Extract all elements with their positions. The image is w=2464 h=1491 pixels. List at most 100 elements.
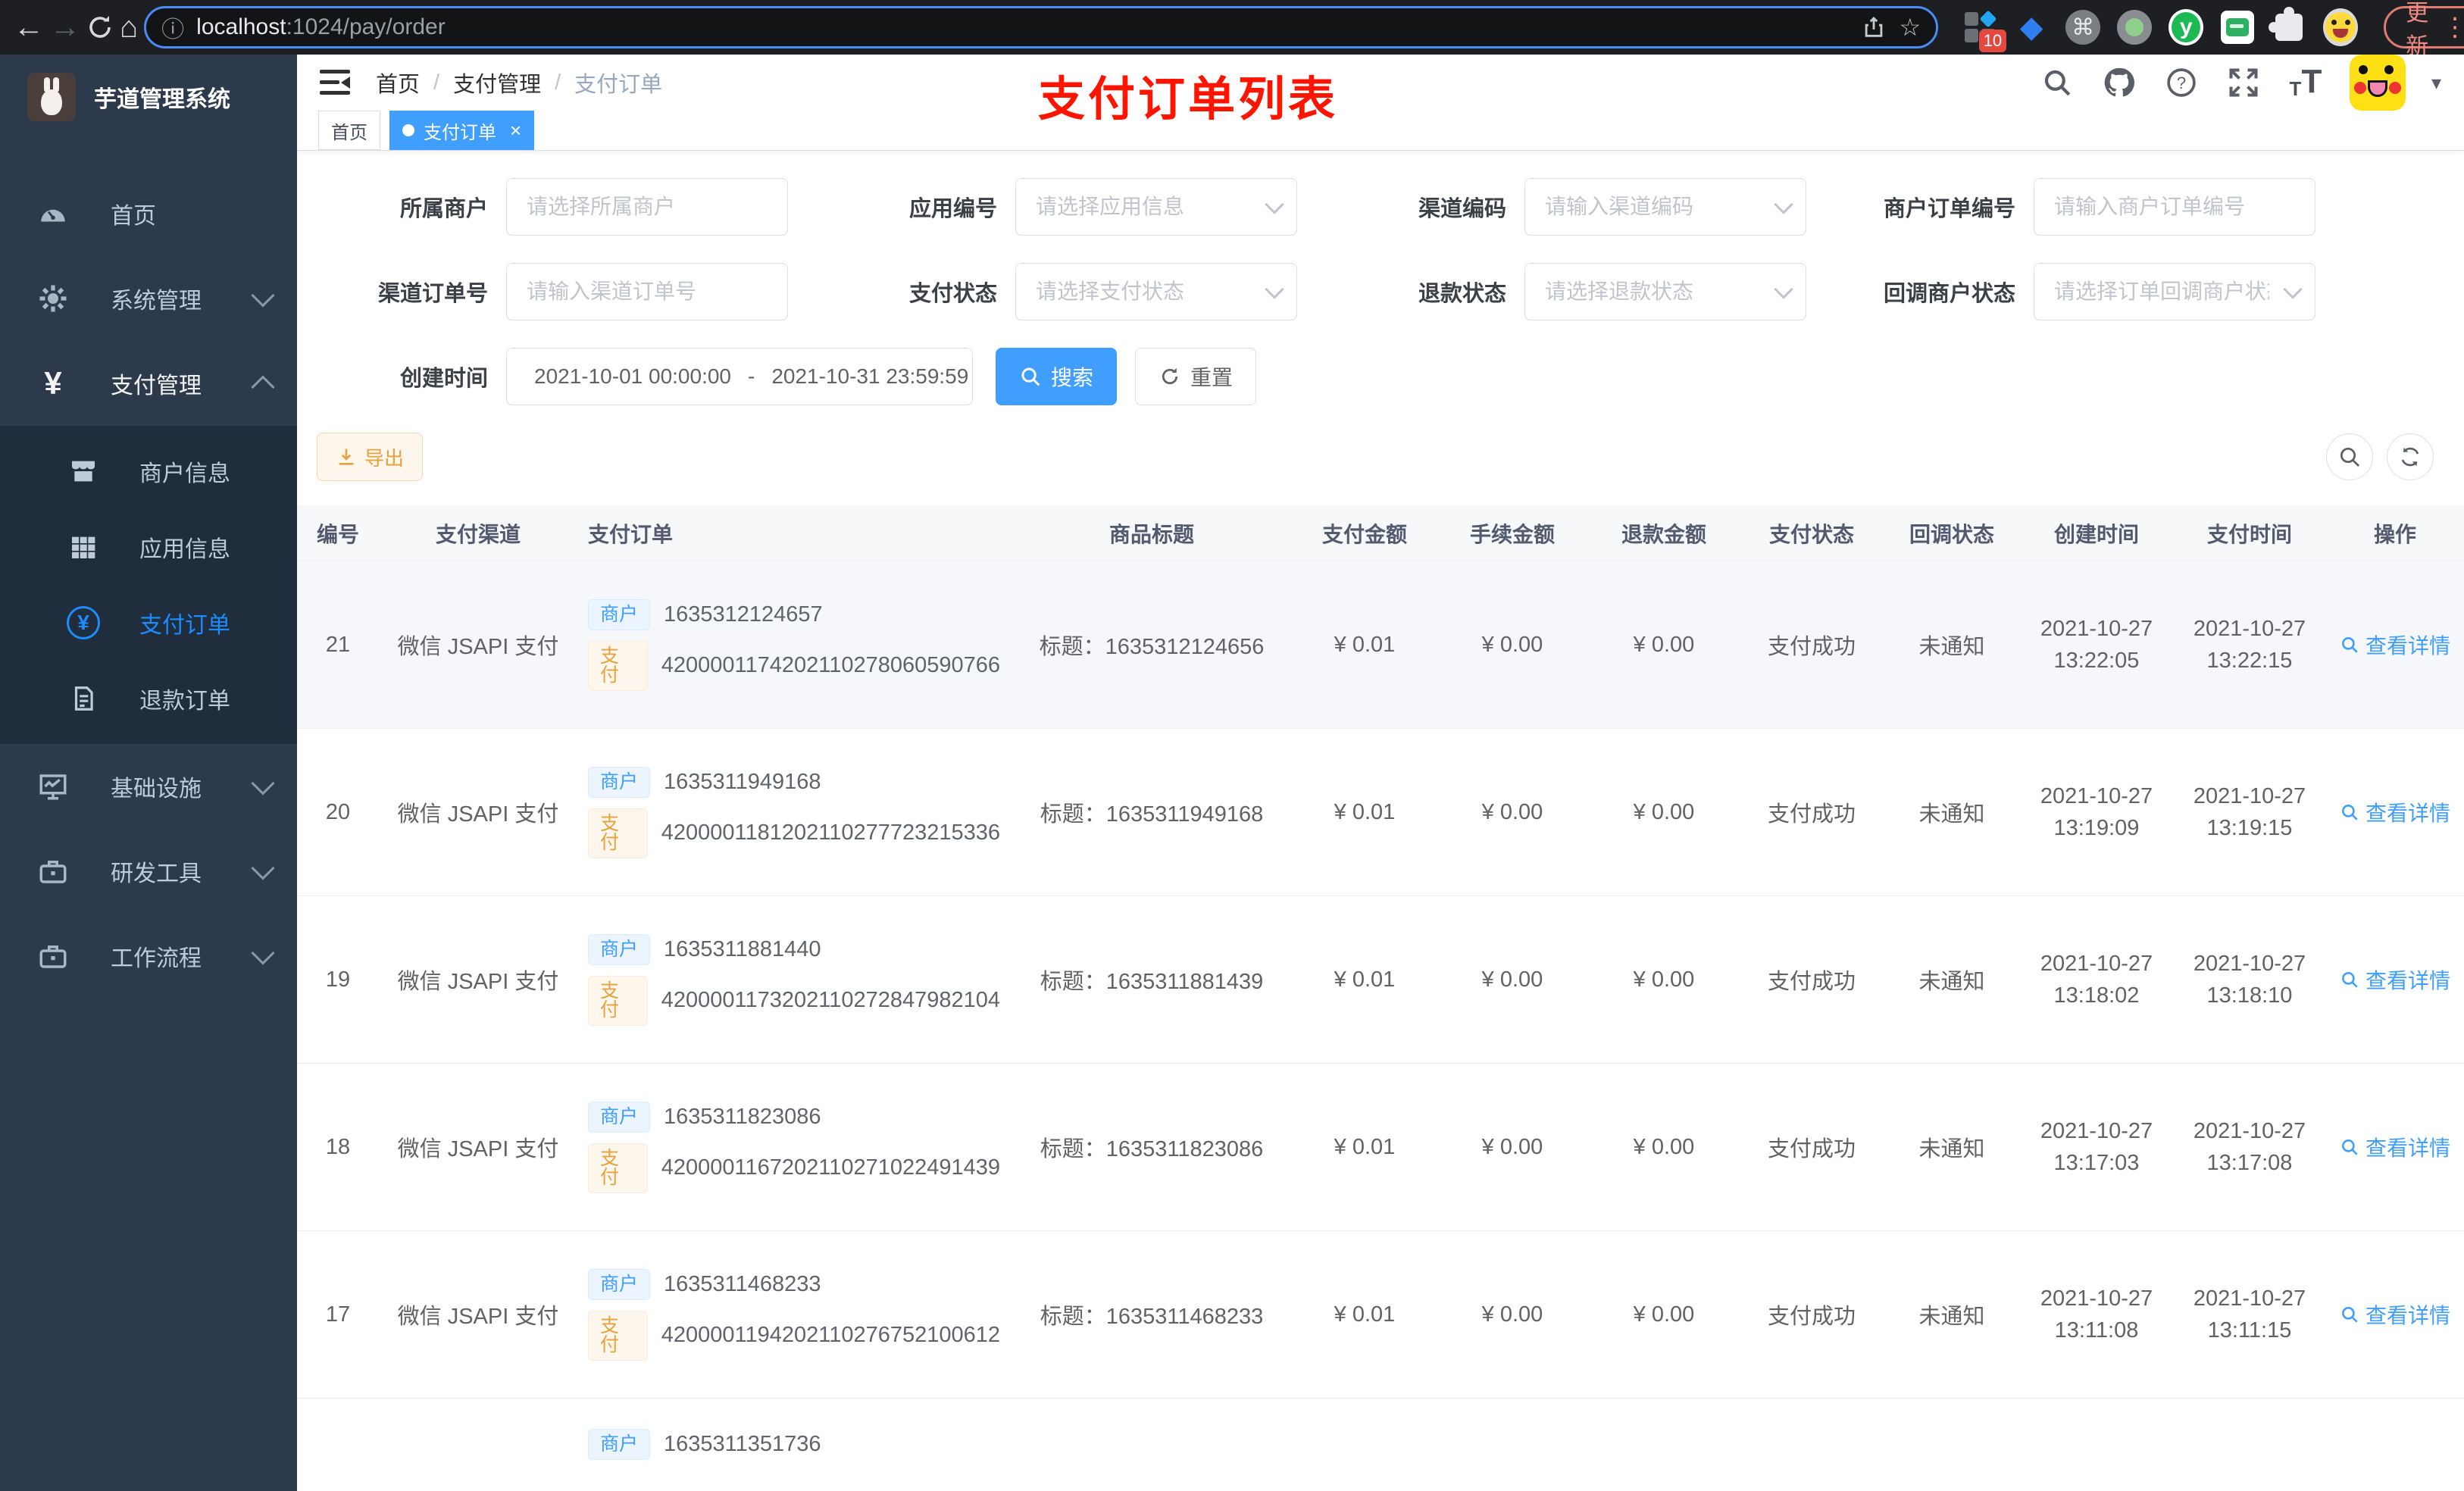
briefcase-icon	[35, 940, 71, 972]
page-content: 所属商户 应用编号 渠道编码 商户订单编号	[297, 151, 2464, 1491]
sidebar-item-infra[interactable]: 基础设施	[0, 744, 297, 829]
command-extension-icon[interactable]: ⌘	[2065, 10, 2101, 45]
forward-button[interactable]: →	[50, 4, 80, 51]
dot-extension-icon[interactable]	[2117, 10, 2153, 45]
cell-create-time: 2021-10-27 13:22:05	[2040, 617, 2153, 673]
table-row[interactable]: 18 微信 JSAPI 支付 商户 1635311823086 支付 42000…	[297, 1064, 2464, 1231]
refund-status-select[interactable]	[1525, 264, 1806, 320]
cell-create-time: 2021-10-27 13:18:02	[2040, 952, 2153, 1008]
sidebar-item-system[interactable]: 系统管理	[0, 256, 297, 341]
sidebar-item-pay-order[interactable]: ¥ 支付订单	[0, 585, 297, 661]
callback-status-select[interactable]	[2034, 264, 2315, 320]
app-title: 芋道管理系统	[94, 87, 230, 112]
table-row[interactable]: 17 微信 JSAPI 支付 商户 1635311468233 支付 42000…	[297, 1231, 2464, 1399]
breadcrumb-pay[interactable]: 支付管理	[453, 67, 541, 98]
export-button[interactable]: 导出	[317, 433, 424, 481]
sidebar-item-app-info[interactable]: 应用信息	[0, 509, 297, 585]
search-icon	[2342, 1306, 2358, 1323]
cell-refund: ¥ 0.00	[1633, 632, 1695, 657]
sidebar-item-workflow[interactable]: 工作流程	[0, 914, 297, 999]
sidebar-item-home[interactable]: 首页	[0, 171, 297, 256]
date-range-picker[interactable]: 2021-10-01 00:00:00 - 2021-10-31 23:59:5…	[506, 348, 973, 405]
bookmark-star-icon[interactable]: ☆	[1899, 13, 1921, 42]
cell-channel: 微信 JSAPI 支付	[397, 1305, 559, 1329]
cell-create-time: 2021-10-27 13:11:08	[2040, 1286, 2153, 1343]
cell-pay-time: 2021-10-27 13:17:08	[2193, 1119, 2306, 1175]
cell-channel: 微信 JSAPI 支付	[397, 635, 559, 659]
map-pin-extension-icon[interactable]: ◆	[2014, 10, 2049, 45]
search-button[interactable]: 搜索	[996, 348, 1118, 405]
view-detail-link[interactable]: 查看详情	[2340, 1299, 2450, 1330]
chat-extension-icon[interactable]	[2221, 11, 2255, 44]
refresh-table-button[interactable]	[2387, 433, 2434, 480]
y-extension-icon[interactable]: y	[2169, 9, 2204, 45]
breadcrumb-home[interactable]: 首页	[376, 67, 420, 98]
search-icon	[2342, 971, 2358, 988]
share-icon[interactable]	[1861, 14, 1887, 40]
header-search-icon[interactable]	[2039, 64, 2075, 101]
pay-status-select[interactable]	[1016, 264, 1296, 320]
close-icon[interactable]: ×	[510, 119, 521, 142]
merchant-order-no-input[interactable]	[2034, 179, 2315, 235]
view-detail-link[interactable]: 查看详情	[2340, 630, 2450, 660]
fullscreen-icon[interactable]	[2225, 64, 2262, 101]
cell-channel: 微信 JSAPI 支付	[397, 970, 559, 994]
browser-update-button[interactable]: 更新 ⋮	[2384, 1, 2464, 59]
channel-code-select[interactable]	[1525, 179, 1806, 235]
cell-fee: ¥ 0.00	[1481, 1302, 1543, 1327]
sidebar-item-pay[interactable]: ¥ 支付管理	[0, 341, 297, 426]
sidebar-item-refund-order[interactable]: 退款订单	[0, 661, 297, 736]
github-icon[interactable]	[2101, 64, 2137, 101]
refresh-icon	[2401, 447, 2419, 467]
sidebar-item-merchant-info[interactable]: 商户信息	[0, 433, 297, 509]
sidebar-logo[interactable]: 芋道管理系统	[0, 55, 297, 139]
user-avatar[interactable]	[2349, 55, 2406, 111]
field-refund-status: 退款状态	[1315, 263, 1825, 320]
field-create-time: 创建时间 2021-10-01 00:00:00 - 2021-10-31 23…	[297, 348, 973, 405]
sketch-extension-icon[interactable]: 10	[1962, 10, 2007, 52]
extensions-puzzle-icon[interactable]	[2269, 7, 2303, 41]
merchant-tag: 商户	[588, 599, 651, 630]
merchant-tag: 商户	[588, 1101, 651, 1133]
merchant-tag: 商户	[588, 933, 651, 965]
help-icon[interactable]: ?	[2163, 64, 2200, 101]
cell-fee: ¥ 0.00	[1481, 799, 1543, 824]
sidebar-toggle-icon[interactable]	[320, 70, 350, 95]
cell-fee: ¥ 0.00	[1481, 1134, 1543, 1159]
browser-menu-icon[interactable]: ⋮	[2442, 12, 2464, 42]
merchant-input[interactable]	[507, 179, 787, 235]
app-select[interactable]	[1016, 179, 1296, 235]
reload-button[interactable]	[86, 4, 114, 51]
table-row[interactable]: 21 微信 JSAPI 支付 商户 1635312124657 支付 42000…	[297, 561, 2464, 729]
table-row[interactable]: 19 微信 JSAPI 支付 商户 1635311881440 支付 42000…	[297, 896, 2464, 1064]
cell-channel: 微信 JSAPI 支付	[397, 1137, 559, 1161]
pay-tag: 支付	[588, 640, 648, 691]
site-info-icon[interactable]: ⓘ	[161, 11, 184, 44]
toggle-search-button[interactable]	[2326, 433, 2373, 480]
cell-amount: ¥ 0.01	[1334, 967, 1396, 992]
view-detail-link[interactable]: 查看详情	[2340, 964, 2450, 995]
search-icon	[2342, 804, 2358, 821]
back-button[interactable]: ←	[14, 4, 44, 51]
view-detail-link[interactable]: 查看详情	[2340, 797, 2450, 827]
view-detail-link[interactable]: 查看详情	[2340, 1132, 2450, 1162]
cell-amount: ¥ 0.01	[1334, 1302, 1396, 1327]
table-row-partial[interactable]: 商户 1635311351736	[297, 1399, 2464, 1491]
url-bar[interactable]: ⓘ localhost:1024/pay/order ☆	[144, 6, 1939, 48]
avatar-caret-icon[interactable]: ▾	[2431, 71, 2441, 95]
profile-emoji-icon[interactable]	[2323, 8, 2359, 46]
channel-order-no-input[interactable]	[507, 264, 787, 320]
font-size-icon[interactable]: TT	[2287, 63, 2324, 101]
tag-pay-order[interactable]: 支付订单 ×	[389, 111, 535, 150]
sidebar-item-devtools[interactable]: 研发工具	[0, 829, 297, 914]
tag-home[interactable]: 首页	[318, 111, 380, 150]
home-button[interactable]: ⌂	[120, 4, 138, 51]
cell-action: 查看详情	[2326, 1299, 2464, 1330]
filter-form: 所属商户 应用编号 渠道编码 商户订单编号	[297, 151, 2464, 405]
table-row[interactable]: 20 微信 JSAPI 支付 商户 1635311949168 支付 42000…	[297, 729, 2464, 896]
cell-pay-time: 2021-10-27 13:19:15	[2193, 784, 2306, 840]
reset-button[interactable]: 重置	[1135, 348, 1257, 405]
field-app: 应用编号	[806, 178, 1315, 236]
breadcrumb-current: 支付订单	[574, 73, 663, 97]
browser-chrome: ← → ⌂ ⓘ localhost:1024/pay/order ☆ 10 ◆ …	[0, 0, 2464, 59]
